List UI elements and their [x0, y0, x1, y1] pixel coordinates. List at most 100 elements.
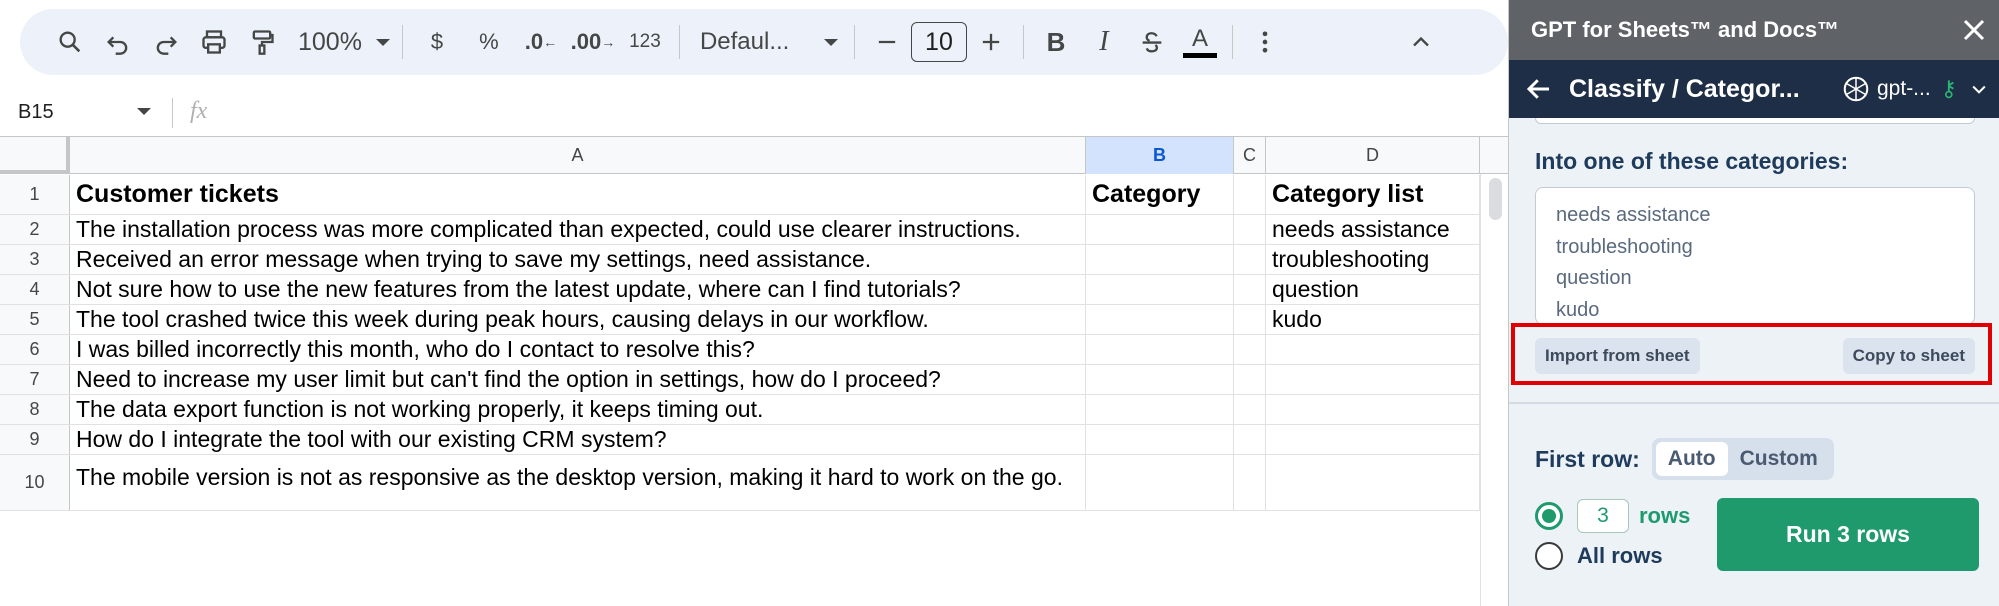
- back-arrow-icon[interactable]: [1509, 60, 1569, 118]
- cell-d[interactable]: needs assistance: [1266, 215, 1480, 244]
- run-button[interactable]: Run 3 rows: [1717, 498, 1979, 571]
- scrollbar-thumb[interactable]: [1489, 178, 1502, 220]
- select-all-corner[interactable]: [0, 137, 70, 174]
- cell-a[interactable]: The mobile version is not as responsive …: [70, 455, 1086, 510]
- percent-format-button[interactable]: %: [463, 29, 515, 55]
- cell-a[interactable]: The installation process was more compli…: [70, 215, 1086, 244]
- cell-a[interactable]: Customer tickets: [70, 175, 1086, 214]
- undo-icon[interactable]: [94, 18, 142, 66]
- cell-d[interactable]: [1266, 455, 1480, 510]
- cell-c[interactable]: [1234, 175, 1266, 214]
- cell-c[interactable]: [1234, 215, 1266, 244]
- currency-format-button[interactable]: $: [411, 29, 463, 55]
- cell-b[interactable]: [1086, 455, 1234, 510]
- more-options-icon[interactable]: [1241, 18, 1289, 66]
- cell-d[interactable]: [1266, 425, 1480, 454]
- sidebar-nav: Classify / Categor... gpt-... ⚷: [1509, 60, 1999, 118]
- first-row-auto-option[interactable]: Auto: [1655, 442, 1728, 476]
- cell-d[interactable]: kudo: [1266, 305, 1480, 334]
- row-header[interactable]: 1: [0, 175, 70, 214]
- cell-a[interactable]: The data export function is not working …: [70, 395, 1086, 424]
- text-color-swatch: [1182, 52, 1217, 58]
- decrease-decimal-button[interactable]: .0 ←: [515, 29, 567, 55]
- cell-b[interactable]: [1086, 215, 1234, 244]
- cell-c[interactable]: [1234, 395, 1266, 424]
- row-header[interactable]: 5: [0, 305, 70, 334]
- cell-b[interactable]: [1086, 245, 1234, 274]
- first-row-custom-option[interactable]: Custom: [1728, 442, 1830, 476]
- toolbar-divider: [1022, 25, 1024, 59]
- column-header-b[interactable]: B: [1086, 137, 1234, 174]
- cell-a[interactable]: Need to increase my user limit but can't…: [70, 365, 1086, 394]
- copy-to-sheet-button[interactable]: Copy to sheet: [1842, 338, 1975, 374]
- cell-c[interactable]: [1234, 425, 1266, 454]
- row-header[interactable]: 7: [0, 365, 70, 394]
- search-icon[interactable]: [46, 18, 94, 66]
- close-icon[interactable]: [1956, 12, 1992, 48]
- cell-c[interactable]: [1234, 275, 1266, 304]
- text-color-letter: A: [1191, 24, 1208, 52]
- cell-b[interactable]: [1086, 425, 1234, 454]
- model-select[interactable]: gpt-... ⚷: [1841, 74, 1989, 104]
- cell-c[interactable]: [1234, 245, 1266, 274]
- row-header[interactable]: 3: [0, 245, 70, 274]
- toolbar-divider: [401, 25, 403, 59]
- cell-b[interactable]: Category: [1086, 175, 1234, 214]
- cell-c[interactable]: [1234, 365, 1266, 394]
- number-format-button[interactable]: 123: [619, 31, 671, 53]
- import-from-sheet-button[interactable]: Import from sheet: [1535, 338, 1700, 374]
- increase-decimal-button[interactable]: .00 →: [567, 29, 619, 55]
- cell-c[interactable]: [1234, 455, 1266, 510]
- cell-d[interactable]: Category list: [1266, 175, 1480, 214]
- column-header-d[interactable]: D: [1266, 137, 1480, 174]
- cell-d[interactable]: [1266, 395, 1480, 424]
- cell-d[interactable]: [1266, 335, 1480, 364]
- column-header-a[interactable]: A: [70, 137, 1086, 174]
- italic-button[interactable]: I: [1080, 18, 1128, 66]
- vertical-scrollbar[interactable]: [1480, 174, 1508, 606]
- openai-logo-icon: [1843, 76, 1869, 102]
- print-icon[interactable]: [190, 18, 238, 66]
- row-header[interactable]: 10: [0, 455, 70, 510]
- text-color-button[interactable]: A: [1176, 18, 1224, 66]
- font-family-select[interactable]: Defaul...: [688, 28, 846, 56]
- bold-button[interactable]: B: [1032, 18, 1080, 66]
- row-header[interactable]: 4: [0, 275, 70, 304]
- cell-d[interactable]: troubleshooting: [1266, 245, 1480, 274]
- cell-d[interactable]: [1266, 365, 1480, 394]
- cell-c[interactable]: [1234, 335, 1266, 364]
- row-header[interactable]: 8: [0, 395, 70, 424]
- cell-a[interactable]: Received an error message when trying to…: [70, 245, 1086, 274]
- collapse-toolbar-icon[interactable]: [1397, 18, 1445, 66]
- categories-textarea[interactable]: needs assistance troubleshooting questio…: [1535, 187, 1975, 325]
- all-rows-radio[interactable]: [1535, 542, 1563, 570]
- cell-d[interactable]: question: [1266, 275, 1480, 304]
- cell-b[interactable]: [1086, 305, 1234, 334]
- strikethrough-icon[interactable]: [1128, 18, 1176, 66]
- decrease-font-size-icon[interactable]: [863, 18, 911, 66]
- cell-c[interactable]: [1234, 305, 1266, 334]
- cell-a[interactable]: Not sure how to use the new features fro…: [70, 275, 1086, 304]
- zoom-select[interactable]: 100%: [286, 28, 394, 57]
- rows-count-input[interactable]: 3: [1577, 499, 1629, 533]
- rows-count-radio[interactable]: [1535, 502, 1563, 530]
- cell-b[interactable]: [1086, 335, 1234, 364]
- cell-b[interactable]: [1086, 365, 1234, 394]
- chevron-down-icon: [1972, 85, 1986, 94]
- row-header[interactable]: 6: [0, 335, 70, 364]
- column-header-c[interactable]: C: [1234, 137, 1266, 174]
- chevron-down-icon: [375, 38, 390, 46]
- cell-b[interactable]: [1086, 395, 1234, 424]
- paint-format-icon[interactable]: [238, 18, 286, 66]
- cell-a[interactable]: I was billed incorrectly this month, who…: [70, 335, 1086, 364]
- cell-a[interactable]: How do I integrate the tool with our exi…: [70, 425, 1086, 454]
- redo-icon[interactable]: [142, 18, 190, 66]
- row-header[interactable]: 2: [0, 215, 70, 244]
- cell-a[interactable]: The tool crashed twice this week during …: [70, 305, 1086, 334]
- increase-font-size-icon[interactable]: [967, 18, 1015, 66]
- name-box[interactable]: B15: [0, 96, 165, 128]
- row-header[interactable]: 9: [0, 425, 70, 454]
- font-size-input[interactable]: 10: [910, 22, 967, 62]
- cell-b[interactable]: [1086, 275, 1234, 304]
- table-row: 2 The installation process was more compl…: [0, 215, 1480, 245]
